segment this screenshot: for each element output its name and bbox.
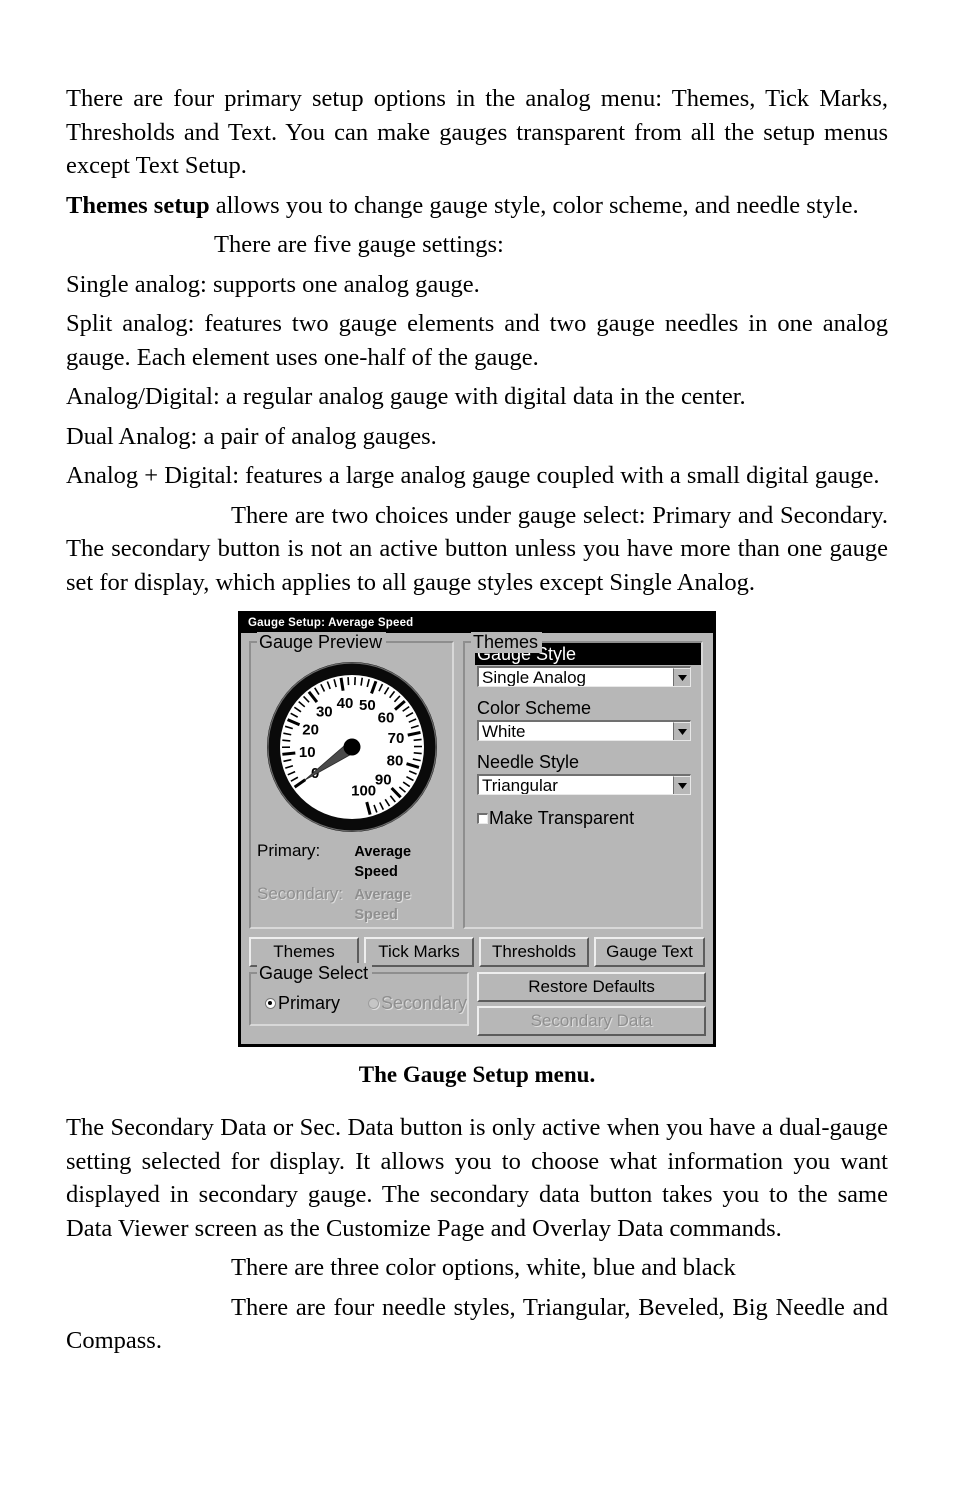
svg-text:40: 40	[336, 695, 353, 712]
primary-value: Average Speed	[354, 844, 412, 880]
paragraph-five-settings: There are five gauge settings:	[214, 231, 504, 258]
paragraph-themes-setup: Themes setup allows you to change gauge …	[66, 189, 888, 223]
primary-radio-label: Primary	[278, 993, 340, 1013]
paragraph-needle-styles: There are four needle styles, Triangular…	[66, 1293, 888, 1355]
dialog-top-row: Gauge Preview 10 20 30 40 50 60 70 80 90…	[249, 632, 705, 929]
chevron-down-icon[interactable]	[673, 776, 690, 794]
svg-text:90: 90	[374, 772, 391, 789]
gauge-hub	[343, 738, 360, 756]
color-scheme-label: Color Scheme	[477, 698, 592, 718]
gauge-select-radios: Primary Secondary	[251, 990, 467, 1017]
svg-text:80: 80	[386, 752, 403, 769]
secondary-radio-label: Secondary	[381, 993, 468, 1013]
gauge-style-dropdown[interactable]: Single Analog	[477, 666, 691, 687]
dialog-titlebar: Gauge Setup: Average Speed	[241, 614, 713, 633]
svg-text:10: 10	[298, 744, 315, 761]
chevron-down-icon[interactable]	[673, 722, 690, 740]
make-transparent-label: Make Transparent	[489, 808, 635, 828]
svg-text:100: 100	[351, 783, 376, 800]
paragraph-secondary-data: The Secondary Data or Sec. Data button i…	[66, 1114, 888, 1242]
paragraph-analog-digital: Analog/Digital: a regular analog gauge w…	[66, 383, 746, 410]
make-transparent-checkbox[interactable]	[477, 812, 488, 824]
restore-defaults-button[interactable]: Restore Defaults	[477, 972, 707, 1002]
paragraph-color-options: There are three color options, white, bl…	[231, 1254, 736, 1281]
make-transparent-row[interactable]: Make Transparent	[477, 808, 691, 828]
secondary-data-button: Secondary Data	[477, 1006, 707, 1036]
gauge-preview-group-label: Gauge Preview	[257, 632, 387, 653]
svg-text:70: 70	[387, 730, 404, 747]
gauge-select-group: Gauge Select Primary Secondary	[249, 963, 470, 1026]
gauge-style-value: Single Analog	[482, 668, 586, 686]
color-scheme-dropdown[interactable]: White	[477, 720, 691, 741]
needle-style-dropdown[interactable]: Triangular	[477, 774, 691, 795]
paragraph-dual-analog: Dual Analog: a pair of analog gauges.	[66, 422, 437, 450]
dialog-body: Gauge Preview 10 20 30 40 50 60 70 80 90…	[241, 632, 713, 1044]
gauge-preview-inner: 0102030405060708090100 Primary: Average …	[251, 643, 452, 925]
svg-text:60: 60	[377, 710, 394, 727]
themes-controls: Gauge Style Single Analog Color Scheme W…	[465, 643, 701, 828]
paragraph-intro: There are four primary setup options in …	[66, 85, 888, 179]
gauge-dial: 0102030405060708090100	[251, 657, 452, 837]
figure-caption: The Gauge Setup menu.	[358, 1062, 596, 1087]
themes-group: Themes Gauge Style Single Analog Color S…	[463, 632, 703, 929]
dialog-bottom-row: Gauge Select Primary Secondary Restore D…	[249, 963, 707, 1036]
needle-style-label: Needle Style	[477, 752, 580, 772]
primary-label: Primary:	[257, 841, 321, 860]
paragraph-analog-plus-digital: Analog + Digital: features a large analo…	[66, 462, 880, 489]
dialog-action-buttons: Restore Defaults Secondary Data	[477, 972, 707, 1036]
paragraph-single-analog: Single analog: supports one analog gauge…	[66, 270, 480, 298]
gauge-setup-dialog: Gauge Setup: Average Speed Gauge Preview	[238, 611, 716, 1047]
secondary-radio	[368, 997, 379, 1009]
gauge-text-button[interactable]: Gauge Text	[594, 937, 705, 967]
document-page: There are four primary setup options in …	[66, 82, 888, 1364]
primary-radio[interactable]	[265, 997, 276, 1009]
themes-setup-bold: Themes setup	[66, 191, 210, 219]
color-scheme-value: White	[482, 722, 526, 740]
gauge-dial-graphic: 0102030405060708090100	[266, 662, 437, 832]
needle-style-value: Triangular	[482, 776, 558, 794]
svg-text:50: 50	[359, 697, 376, 714]
chevron-down-icon[interactable]	[673, 668, 690, 686]
svg-text:20: 20	[302, 722, 319, 739]
secondary-value: Average Speed	[354, 887, 412, 923]
gauge-select-group-label: Gauge Select	[257, 963, 373, 984]
secondary-assignment-row: Secondary: Average Speed	[257, 884, 452, 925]
themes-group-label: Themes	[471, 632, 543, 653]
figure-gauge-setup: Gauge Setup: Average Speed Gauge Preview	[66, 611, 888, 1047]
gauge-preview-group: Gauge Preview 10 20 30 40 50 60 70 80 90…	[249, 632, 454, 929]
primary-assignment-row: Primary: Average Speed	[257, 841, 452, 882]
thresholds-button[interactable]: Thresholds	[479, 937, 589, 967]
gauge-preview-assignments: Primary: Average Speed Secondary: Averag…	[251, 837, 452, 925]
secondary-label: Secondary:	[257, 884, 343, 903]
svg-text:30: 30	[315, 704, 332, 721]
paragraph-split-analog: Split analog: features two gauge element…	[66, 310, 888, 371]
paragraph-gauge-select-choices: There are two choices under gauge select…	[66, 501, 888, 596]
themes-setup-rest: allows you to change gauge style, color …	[209, 191, 859, 219]
tick-marks-button[interactable]: Tick Marks	[364, 937, 474, 967]
